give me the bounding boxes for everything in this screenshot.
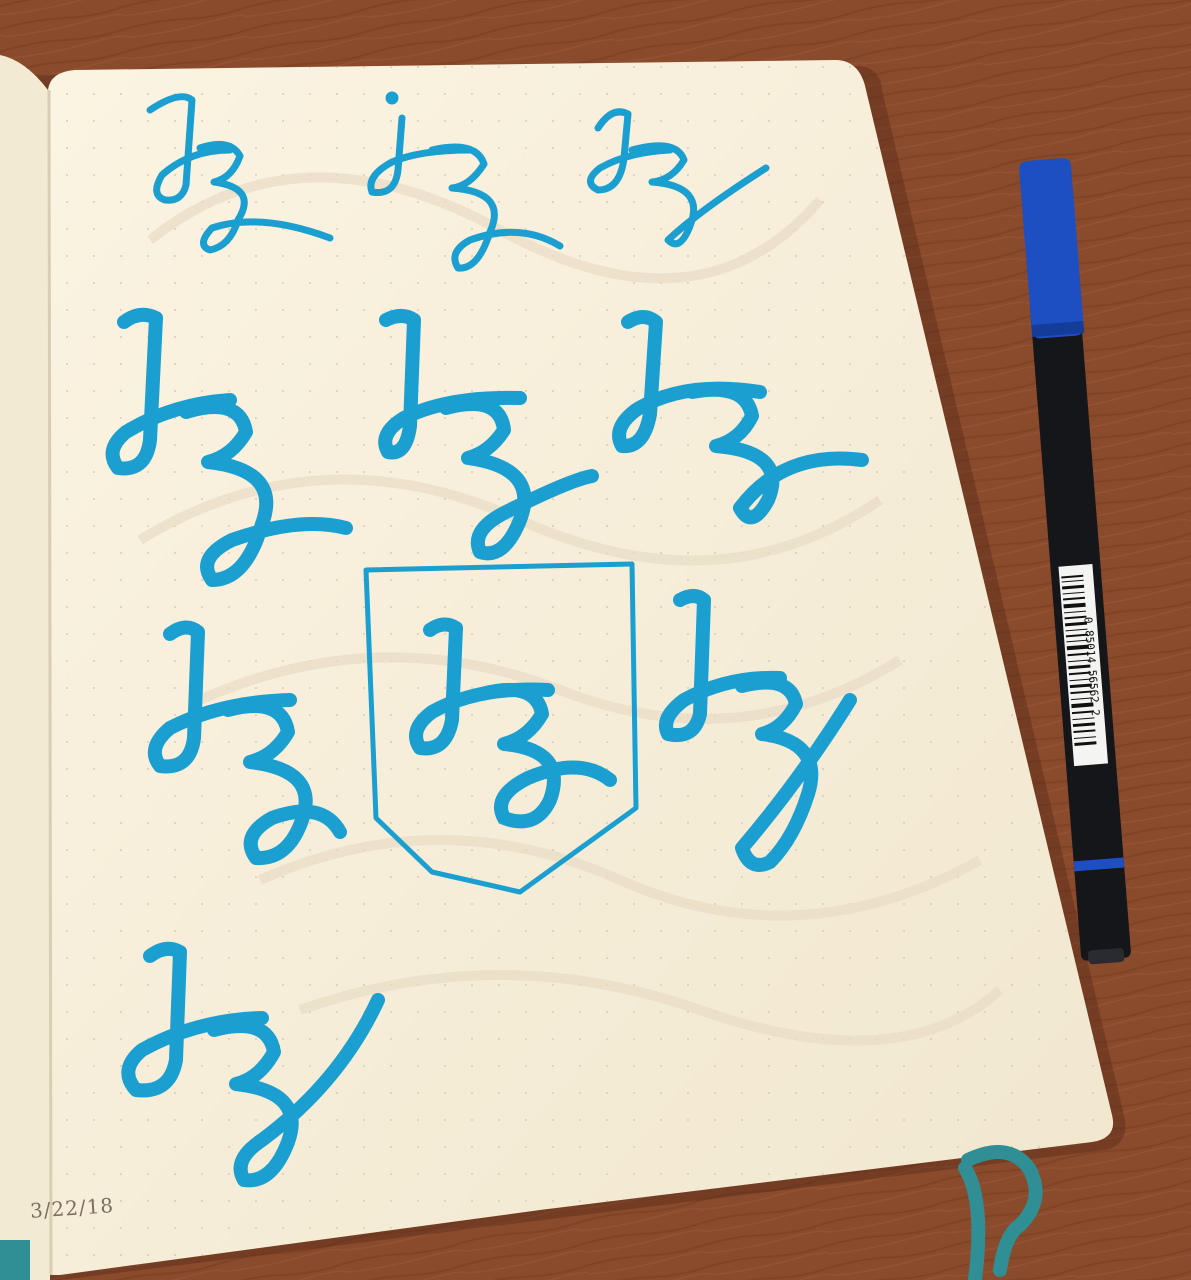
left-page <box>0 55 50 1280</box>
left-ribbon <box>0 1240 30 1280</box>
photo-scene <box>0 0 1191 1280</box>
